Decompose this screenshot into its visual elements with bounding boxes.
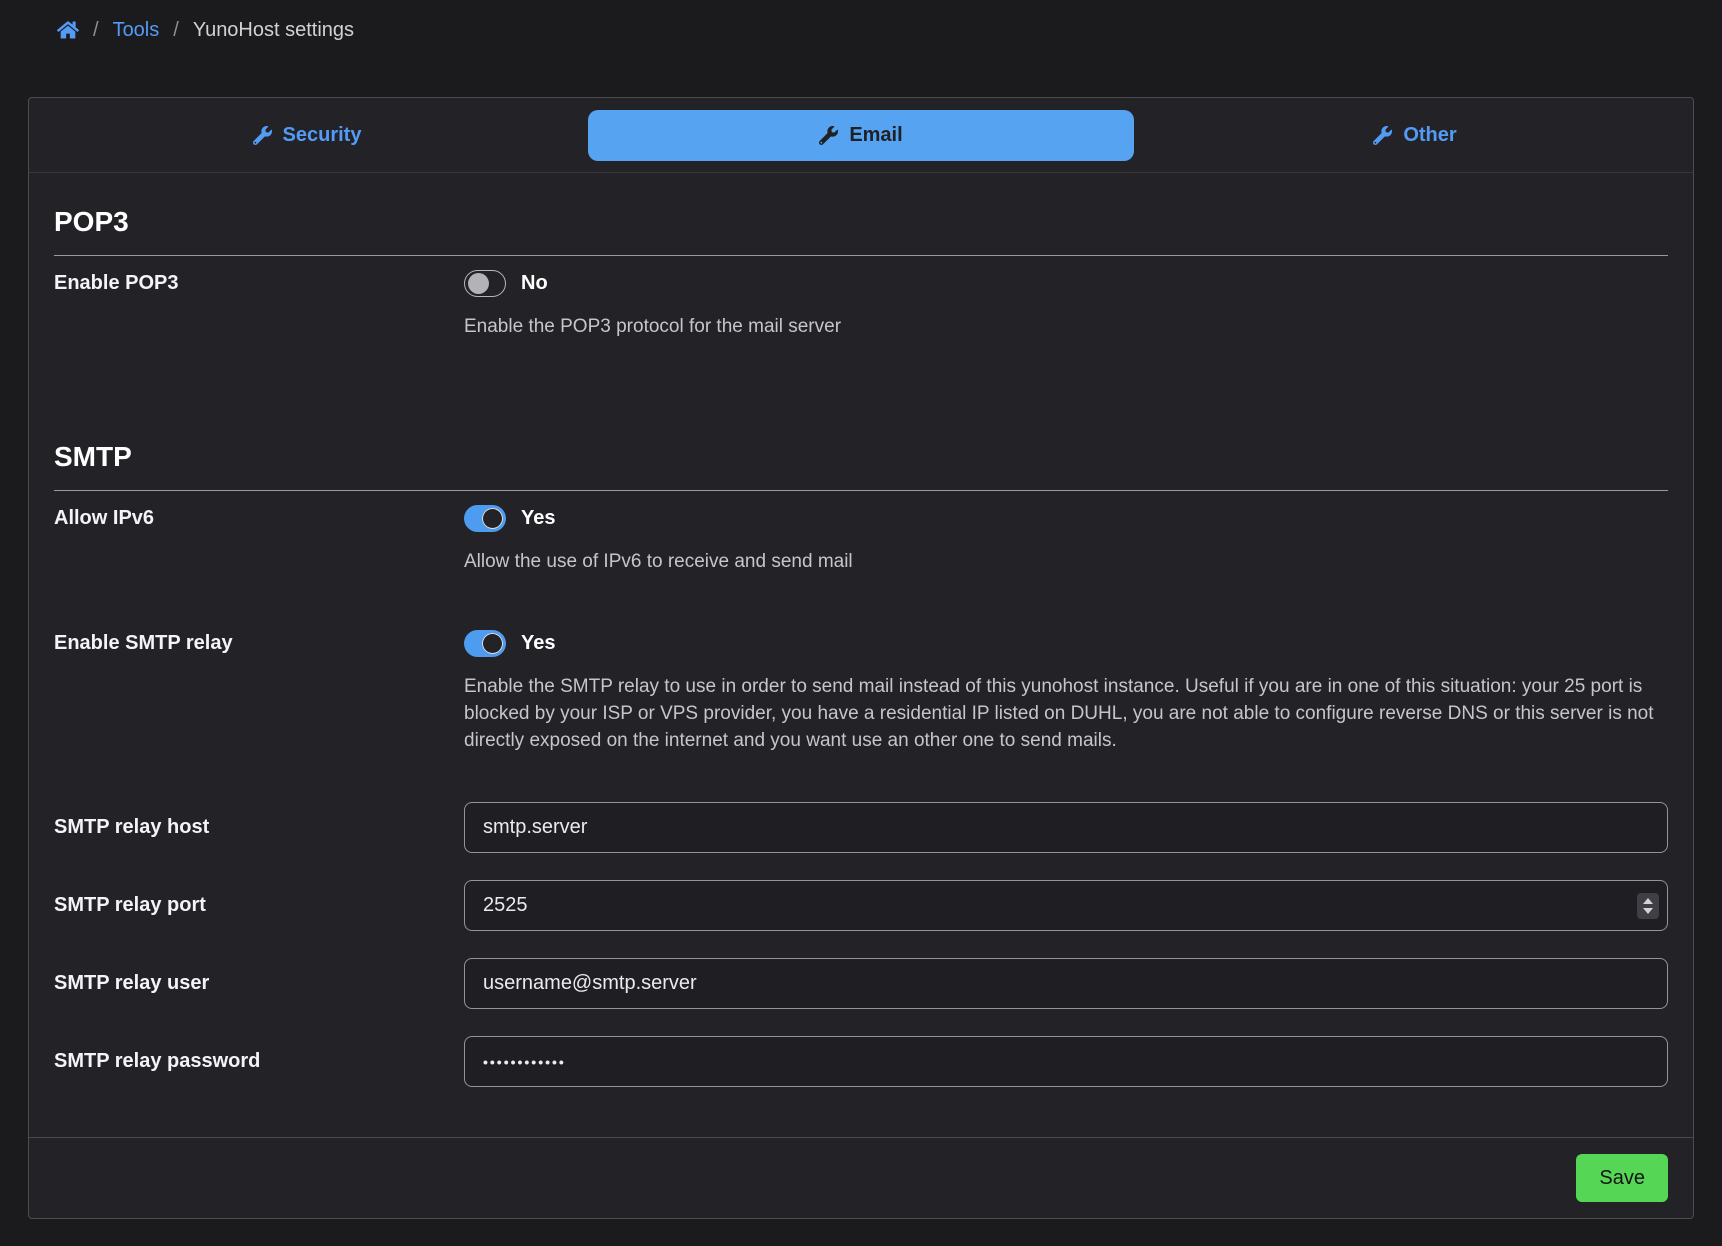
- form-row-enable-smtp-relay: Enable SMTP relay Yes Enable the SMTP re…: [54, 630, 1668, 754]
- field-description-allow-ipv6: Allow the use of IPv6 to receive and sen…: [464, 548, 1668, 575]
- smtp-relay-user-input[interactable]: [464, 958, 1668, 1009]
- allow-ipv6-toggle[interactable]: [464, 505, 506, 532]
- section-pop3: POP3 Enable POP3 No Enable the POP3 prot…: [54, 205, 1668, 340]
- form-row-smtp-relay-host: SMTP relay host: [54, 802, 1668, 853]
- field-description-enable-pop3: Enable the POP3 protocol for the mail se…: [464, 313, 1668, 340]
- section-smtp: SMTP Allow IPv6 Yes Allow the use of IPv…: [54, 440, 1668, 1087]
- field-description-enable-smtp-relay: Enable the SMTP relay to use in order to…: [464, 673, 1668, 754]
- home-icon: [57, 19, 79, 41]
- settings-form: POP3 Enable POP3 No Enable the POP3 prot…: [29, 173, 1693, 1137]
- allow-ipv6-state-label: Yes: [521, 507, 555, 530]
- breadcrumb-separator: /: [93, 19, 99, 42]
- form-row-smtp-relay-port: SMTP relay port: [54, 880, 1668, 931]
- field-label-smtp-relay-user: SMTP relay user: [54, 970, 464, 997]
- toggle-knob: [468, 273, 489, 294]
- breadcrumb-separator: /: [173, 19, 179, 42]
- toggle-knob: [482, 508, 503, 529]
- tab-bar: Security Email Other: [29, 98, 1693, 173]
- wrench-icon: [1373, 126, 1392, 145]
- card-footer: Save: [29, 1137, 1693, 1218]
- breadcrumb-current-page: YunoHost settings: [193, 19, 354, 42]
- enable-pop3-toggle[interactable]: [464, 270, 506, 297]
- field-label-allow-ipv6: Allow IPv6: [54, 505, 464, 532]
- enable-pop3-state-label: No: [521, 272, 548, 295]
- section-title-smtp: SMTP: [54, 440, 1668, 491]
- form-row-enable-pop3: Enable POP3 No Enable the POP3 protocol …: [54, 270, 1668, 340]
- tab-label: Email: [849, 124, 902, 147]
- field-label-enable-smtp-relay: Enable SMTP relay: [54, 630, 464, 657]
- wrench-icon: [253, 126, 272, 145]
- enable-smtp-relay-toggle[interactable]: [464, 630, 506, 657]
- home-link[interactable]: [57, 19, 79, 41]
- wrench-icon: [819, 126, 838, 145]
- smtp-relay-host-input[interactable]: [464, 802, 1668, 853]
- breadcrumb-tools-link[interactable]: Tools: [113, 19, 160, 42]
- field-label-smtp-relay-port: SMTP relay port: [54, 892, 464, 919]
- field-label-enable-pop3: Enable POP3: [54, 270, 464, 297]
- tab-security[interactable]: Security: [34, 110, 580, 161]
- tab-email[interactable]: Email: [588, 110, 1134, 161]
- breadcrumb: / Tools / YunoHost settings: [0, 0, 1722, 97]
- tab-label: Security: [283, 124, 362, 147]
- smtp-relay-password-input[interactable]: [464, 1036, 1668, 1087]
- field-label-smtp-relay-password: SMTP relay password: [54, 1048, 464, 1075]
- spinner-up-icon: [1643, 898, 1653, 904]
- enable-smtp-relay-state-label: Yes: [521, 632, 555, 655]
- form-row-smtp-relay-password: SMTP relay password: [54, 1036, 1668, 1087]
- field-label-smtp-relay-host: SMTP relay host: [54, 814, 464, 841]
- form-row-smtp-relay-user: SMTP relay user: [54, 958, 1668, 1009]
- spinner-down-icon: [1643, 908, 1653, 914]
- section-title-pop3: POP3: [54, 205, 1668, 256]
- form-row-allow-ipv6: Allow IPv6 Yes Allow the use of IPv6 to …: [54, 505, 1668, 575]
- save-button[interactable]: Save: [1576, 1154, 1668, 1202]
- tab-label: Other: [1403, 124, 1456, 147]
- toggle-knob: [482, 633, 503, 654]
- smtp-relay-port-input[interactable]: [464, 880, 1668, 931]
- number-spinner[interactable]: [1637, 893, 1659, 919]
- settings-card: Security Email Other POP3 Enable POP3 No: [28, 97, 1694, 1219]
- tab-other[interactable]: Other: [1142, 110, 1688, 161]
